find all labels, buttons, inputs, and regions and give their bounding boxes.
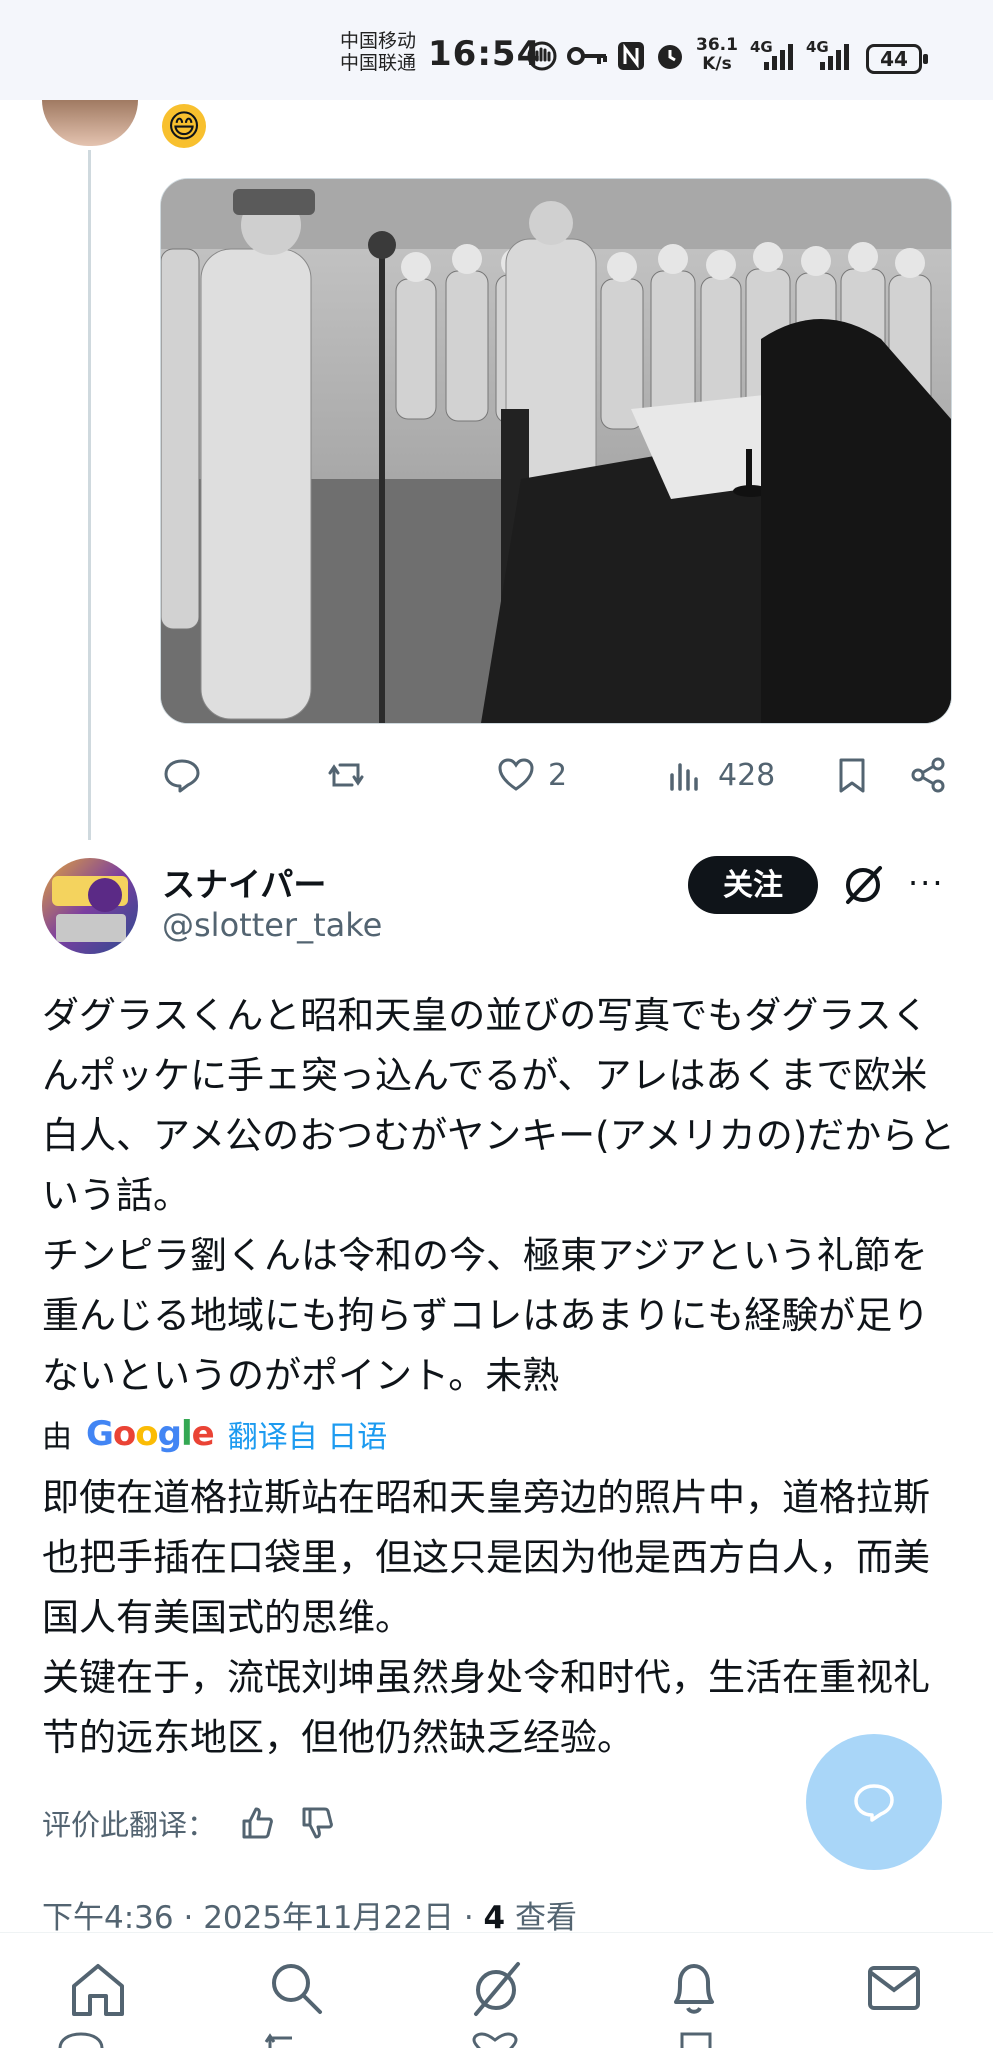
share-button[interactable] — [908, 750, 948, 800]
heart-icon — [498, 758, 534, 791]
thumbs-up-icon[interactable] — [240, 1805, 276, 1841]
rate-translation: 评价此翻译： — [42, 1802, 336, 1844]
hand-icon — [527, 41, 557, 71]
signal-icon — [764, 44, 793, 70]
like-button[interactable]: 2 — [496, 750, 567, 800]
status-time: 16:54 — [428, 34, 542, 74]
thumbs-down-icon[interactable] — [300, 1805, 336, 1841]
translated-from-link[interactable]: 翻译自 日语 — [228, 1412, 388, 1456]
nfc-icon — [618, 42, 644, 70]
views-icon — [670, 763, 698, 791]
divider — [0, 1932, 993, 1933]
grok-icon[interactable] — [840, 862, 886, 908]
compose-reply-fab[interactable] — [806, 1734, 942, 1870]
post-date: 2025年11月22日 — [203, 1900, 454, 1936]
repost-icon — [328, 763, 364, 787]
post-text-translated-2: 关键在于，流氓刘坤虽然身处令和时代，生活在重视礼节的远东地区，但他仍然缺乏经验。 — [42, 1656, 930, 1759]
heart-icon-partial — [472, 2032, 518, 2048]
home-icon[interactable] — [66, 1956, 130, 2020]
messages-icon[interactable] — [862, 1956, 926, 2020]
share-icon — [911, 757, 945, 793]
alarm-icon — [658, 45, 682, 69]
author-name[interactable]: スナイパー — [162, 858, 326, 906]
emoji: 😄 — [162, 104, 206, 148]
grok-nav-icon[interactable] — [464, 1956, 528, 2020]
carrier-labels: 中国移动 中国联通 — [340, 30, 416, 74]
post-meta: 下午4:36 · 2025年11月22日 · 4 查看 — [42, 1900, 577, 1936]
reply-icon — [164, 759, 200, 793]
photo-illustration — [161, 179, 951, 723]
search-icon[interactable] — [264, 1956, 328, 2020]
speed-unit: K/s — [702, 54, 732, 74]
bottom-nav — [0, 1946, 993, 2048]
reply-button[interactable] — [162, 750, 202, 800]
bookmark-icon — [839, 758, 865, 793]
follow-button[interactable]: 关注 — [688, 856, 818, 914]
author-avatar[interactable] — [42, 858, 138, 954]
key-icon — [567, 47, 607, 65]
post-time: 下午4:36 — [42, 1900, 174, 1936]
repost-button[interactable] — [326, 750, 366, 800]
rate-translation-label: 评价此翻译： — [42, 1808, 217, 1842]
carrier-2: 中国联通 — [340, 52, 417, 74]
more-options-button[interactable]: ··· — [908, 864, 945, 902]
reply-icon-partial — [58, 2032, 104, 2048]
views-count: 428 — [718, 757, 776, 793]
post-view-count: 4 — [483, 1900, 506, 1936]
post-photo[interactable] — [160, 178, 952, 724]
translation-by-label: 由 — [42, 1420, 72, 1455]
bookmark-button[interactable] — [832, 750, 872, 800]
bookmark-icon-partial — [680, 2032, 712, 2048]
translation-byline: 由 Google 翻译自 日语 — [42, 1412, 387, 1456]
notifications-icon[interactable] — [662, 1956, 726, 2020]
battery-indicator: 44 — [866, 44, 928, 74]
post-text-original-1: ダグラスくんと昭和天皇の並びの写真でもダグラスくんポッケに手ェ突っ込んでるが、ア… — [42, 994, 956, 1217]
carrier-1: 中国移动 — [340, 30, 417, 52]
author-handle[interactable]: @slotter_take — [162, 906, 382, 944]
signal-icon-2 — [820, 44, 849, 70]
network-speed: 36.1 K/s — [696, 36, 738, 74]
views-button[interactable]: 428 — [666, 750, 775, 800]
post-text-original-2: チンピラ劉くんは令和の今、極東アジアという礼節を重んじる地域にも拘らずコレはあま… — [42, 1234, 930, 1397]
post-text-translated-1: 即使在道格拉斯站在昭和天皇旁边的照片中，道格拉斯也把手插在口袋里，但这只是因为他… — [42, 1476, 930, 1639]
status-bar: 中国移动 中国联通 16:54 36.1 K/s 4G 4G 44 — [0, 0, 993, 100]
speed-value: 36.1 — [696, 35, 738, 55]
thread-line — [88, 150, 91, 840]
like-count: 2 — [548, 757, 568, 793]
chat-bubble-icon — [854, 1784, 894, 1822]
google-logo: Google — [86, 1414, 215, 1454]
repost-icon-partial — [264, 2033, 292, 2048]
post-view-label: 查看 — [514, 1900, 577, 1936]
avatar[interactable] — [42, 100, 138, 146]
